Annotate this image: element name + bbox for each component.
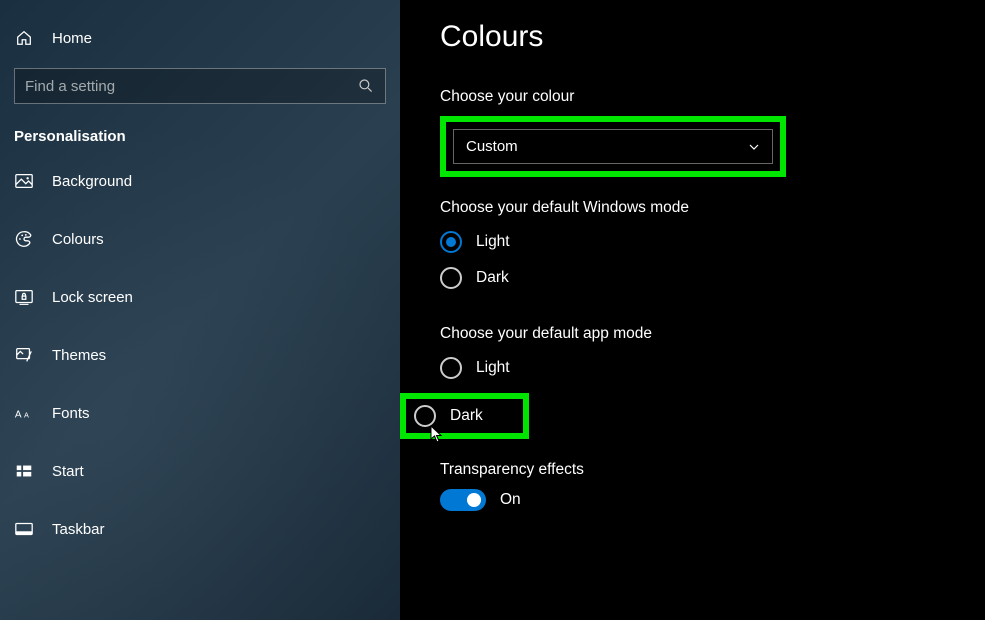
themes-icon — [14, 345, 34, 365]
search-icon — [358, 78, 374, 94]
nav-taskbar[interactable]: Taskbar — [14, 511, 400, 547]
nav-lockscreen[interactable]: Lock screen — [14, 279, 400, 315]
nav-label: Fonts — [52, 405, 90, 422]
svg-text:A: A — [24, 411, 29, 420]
dropdown-value: Custom — [466, 138, 518, 155]
main-panel: Colours Choose your colour Custom Choose… — [400, 0, 985, 620]
nav-label: Start — [52, 463, 84, 480]
colours-icon — [14, 229, 34, 249]
app-mode-light[interactable]: Light — [440, 357, 945, 379]
highlight-dropdown: Custom — [440, 116, 786, 177]
windows-mode-dark[interactable]: Dark — [440, 267, 945, 289]
transparency-toggle[interactable] — [440, 489, 486, 511]
nav-background[interactable]: Background — [14, 163, 400, 199]
nav-start[interactable]: Start — [14, 453, 400, 489]
taskbar-icon — [14, 519, 34, 539]
fonts-icon: A A — [14, 403, 34, 423]
section-title: Personalisation — [0, 120, 400, 163]
radio-icon — [440, 231, 462, 253]
radio-label: Dark — [450, 407, 483, 425]
nav-label: Lock screen — [52, 289, 133, 306]
app-mode-dark[interactable]: Dark — [414, 405, 483, 427]
cursor-icon — [430, 425, 444, 443]
radio-label: Dark — [476, 269, 509, 287]
radio-label: Light — [476, 233, 510, 251]
background-icon — [14, 171, 34, 191]
nav-home-label: Home — [52, 30, 92, 47]
radio-label: Light — [476, 359, 510, 377]
search-input[interactable] — [14, 68, 386, 104]
nav-themes[interactable]: Themes — [14, 337, 400, 373]
nav-label: Taskbar — [52, 521, 105, 538]
choose-colour-label: Choose your colour — [440, 88, 945, 106]
nav-label: Background — [52, 173, 132, 190]
home-icon — [14, 28, 34, 48]
chevron-down-icon — [748, 141, 760, 153]
nav-list: Background Colours Lock screen — [0, 163, 400, 547]
windows-mode-label: Choose your default Windows mode — [440, 199, 945, 217]
nav-home[interactable]: Home — [0, 18, 400, 58]
colour-dropdown[interactable]: Custom — [453, 129, 773, 164]
svg-text:A: A — [15, 410, 22, 421]
nav-label: Themes — [52, 347, 106, 364]
search-wrap — [14, 68, 386, 104]
radio-icon — [414, 405, 436, 427]
toggle-value: On — [500, 491, 521, 509]
sidebar: Home Personalisation Background — [0, 0, 400, 620]
start-icon — [14, 461, 34, 481]
page-title: Colours — [440, 20, 945, 54]
radio-icon — [440, 267, 462, 289]
nav-fonts[interactable]: A A Fonts — [14, 395, 400, 431]
transparency-label: Transparency effects — [440, 461, 945, 479]
nav-label: Colours — [52, 231, 104, 248]
windows-mode-light[interactable]: Light — [440, 231, 945, 253]
lockscreen-icon — [14, 287, 34, 307]
nav-colours[interactable]: Colours — [14, 221, 400, 257]
transparency-row: On — [440, 489, 945, 511]
app-mode-label: Choose your default app mode — [440, 325, 945, 343]
highlight-app-mode-dark: Dark — [400, 393, 529, 439]
radio-icon — [440, 357, 462, 379]
